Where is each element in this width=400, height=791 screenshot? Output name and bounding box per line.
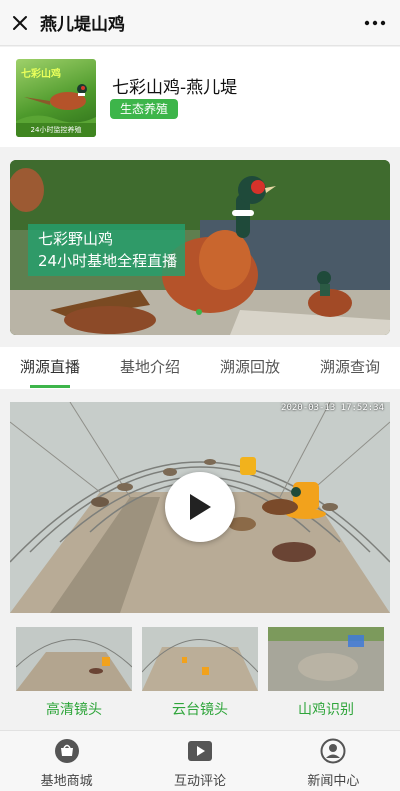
video-timestamp: 2020-03-13 17:52:34: [281, 403, 384, 413]
bottom-tab-shop[interactable]: 基地商城: [0, 731, 133, 791]
camera-ptz-label: 云台镜头: [172, 702, 228, 718]
more-button[interactable]: [350, 0, 400, 46]
close-button[interactable]: [0, 0, 40, 46]
camera-ptz[interactable]: 云台镜头: [142, 627, 258, 719]
camera-ptz-thumbnail: [142, 627, 258, 691]
camera-recognition[interactable]: 山鸡识别: [268, 627, 384, 719]
channel-tag-badge: 生态养殖: [110, 99, 179, 119]
bottom-tab-news-label: 新闻中心: [307, 774, 360, 789]
channel-name: 七彩山鸡-燕儿堤: [112, 78, 238, 98]
play-button[interactable]: [165, 472, 235, 542]
page-title: 燕儿堤山鸡: [40, 15, 125, 35]
camera-recognition-thumbnail: [268, 627, 384, 691]
camera-recognition-label: 山鸡识别: [298, 702, 354, 718]
camera-hd[interactable]: 高清镜头: [16, 627, 132, 719]
bottom-tab-news[interactable]: 新闻中心: [267, 731, 400, 791]
play-icon: [190, 494, 211, 520]
channel-header: 七彩山鸡 24小时监控养殖 七彩山鸡-燕儿堤 生态养殖: [0, 47, 400, 147]
banner-line-1: 七彩野山鸡: [38, 230, 114, 248]
tab-bar: 溯源直播 基地介绍 溯源回放 溯源查询: [0, 347, 400, 389]
logo-caption: 24小时监控养殖: [16, 123, 96, 137]
bottom-tab-shop-label: 基地商城: [40, 774, 93, 789]
bottom-tab-comments[interactable]: 互动评论: [133, 731, 266, 791]
tab-playback[interactable]: 溯源回放: [200, 347, 300, 389]
banner-caption: 七彩野山鸡 24小时基地全程直播: [28, 224, 186, 276]
camera-recognition-image: [268, 627, 384, 691]
bottom-tab-comments-label: 互动评论: [173, 774, 226, 789]
live-video-player[interactable]: 2020-03-13 17:52:34: [10, 402, 390, 613]
tab-live-trace[interactable]: 溯源直播: [0, 347, 100, 389]
channel-logo[interactable]: 七彩山鸡 24小时监控养殖: [16, 59, 96, 137]
top-navbar: 燕儿堤山鸡: [0, 0, 400, 46]
camera-ptz-image: [142, 627, 258, 691]
camera-hd-label: 高清镜头: [46, 702, 102, 718]
bottom-tab-bar: 基地商城 互动评论 新闻中心: [0, 730, 400, 791]
news-center-icon: [320, 738, 346, 764]
video-comment-icon: [187, 741, 212, 761]
camera-hd-image: [16, 627, 132, 691]
tab-base-intro[interactable]: 基地介绍: [100, 347, 200, 389]
tab-trace-query[interactable]: 溯源查询: [300, 347, 400, 389]
shop-icon: [54, 739, 79, 763]
close-icon: [13, 15, 27, 30]
more-dots-icon: [364, 20, 386, 25]
banner-line-2: 24小时基地全程直播: [38, 252, 178, 270]
camera-hd-thumbnail: [16, 627, 132, 691]
banner-page-indicator[interactable]: [196, 309, 202, 315]
